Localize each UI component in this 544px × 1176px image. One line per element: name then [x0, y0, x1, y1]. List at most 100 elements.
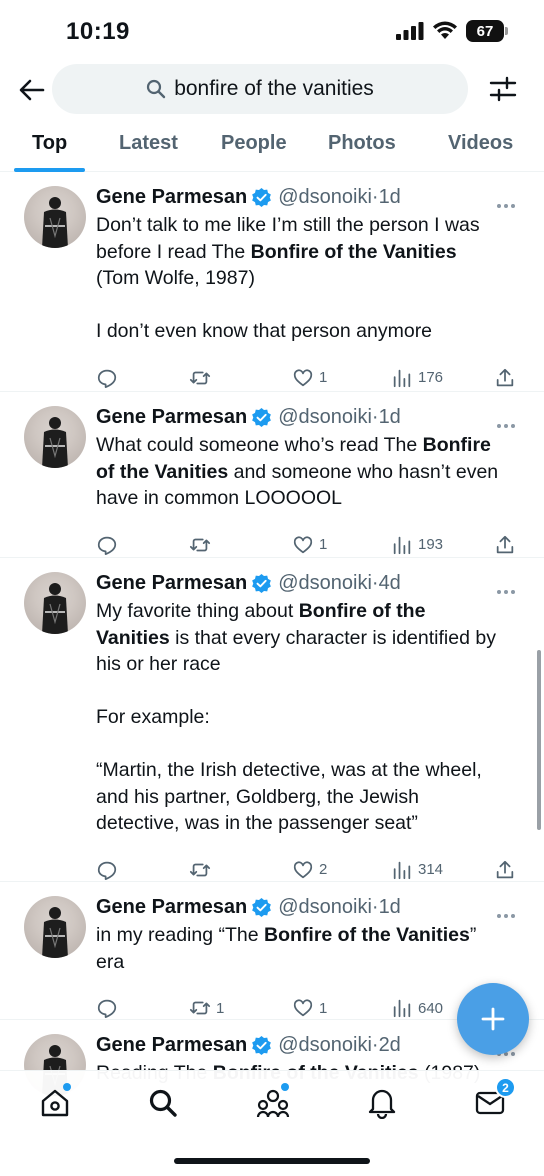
views-chart-icon	[393, 861, 411, 879]
author-handle[interactable]: @dsonoiki	[278, 186, 372, 209]
like-button[interactable]: 1	[292, 997, 327, 1019]
separator-dot: ·	[371, 406, 379, 428]
back-button[interactable]	[16, 74, 48, 106]
scrollbar[interactable]	[537, 650, 541, 830]
tweet-age: 1d	[378, 896, 401, 918]
reply-button[interactable]	[96, 367, 118, 389]
search-header: bonfire of the vanities	[0, 62, 544, 118]
more-dots-icon	[497, 204, 515, 208]
retweet-icon	[189, 1001, 211, 1015]
tweet-text-line: “Martin, the Irish detective, was at the…	[96, 757, 526, 784]
avatar[interactable]	[24, 896, 86, 958]
tab-videos[interactable]: Videos	[448, 132, 513, 155]
highlighted-term: of the Vanities	[96, 460, 229, 483]
share-button[interactable]	[494, 367, 516, 389]
tweet[interactable]: Gene Parmesan @dsonoiki · 1d Don’t talk to m…	[0, 172, 544, 392]
tweet-text-line: My favorite thing about Bonfire of the	[96, 598, 526, 625]
search-input[interactable]: bonfire of the vanities	[52, 64, 468, 114]
author-name[interactable]: Gene Parmesan	[96, 572, 247, 595]
tweet-text-segment: detective, was in the passenger seat”	[96, 812, 418, 834]
avatar-photo	[42, 907, 68, 958]
status-time: 10:19	[66, 18, 130, 45]
author-handle[interactable]: @dsonoiki	[278, 896, 372, 919]
nav-messages[interactable]: 2	[472, 1077, 516, 1121]
nav-notifications[interactable]	[364, 1085, 400, 1121]
tweet-text-segment: and someone who hasn’t even	[228, 460, 499, 483]
more-options-button[interactable]	[496, 906, 516, 918]
compose-button[interactable]	[457, 983, 529, 1055]
search-query: bonfire of the vanities	[174, 77, 374, 100]
highlighted-term: Vanities	[96, 626, 170, 649]
avatar[interactable]	[24, 186, 86, 248]
tab-photos[interactable]: Photos	[328, 132, 396, 155]
views-chart-icon	[393, 369, 411, 387]
author-handle[interactable]: @dsonoiki	[278, 1034, 372, 1057]
avatar[interactable]	[24, 572, 86, 634]
nav-home[interactable]	[37, 1083, 73, 1121]
status-icons: 67	[396, 20, 508, 42]
communities-icon	[256, 1089, 290, 1118]
tweet-text: What could someone who’s read The Bonfir…	[96, 432, 526, 512]
more-dots-icon	[497, 590, 515, 594]
tweet-header: Gene Parmesan @dsonoiki · 1d	[96, 406, 401, 429]
tab-people[interactable]: People	[221, 132, 287, 155]
more-dots-icon	[497, 914, 515, 918]
views-count: 176	[418, 369, 444, 386]
more-options-button[interactable]	[496, 196, 516, 208]
share-icon	[496, 860, 514, 878]
more-options-button[interactable]	[496, 416, 516, 428]
tweet-text-segment: before I read The	[96, 240, 251, 263]
home-icon	[41, 1089, 69, 1117]
tweet-header: Gene Parmesan @dsonoiki · 4d	[96, 572, 401, 595]
tweet-text-line: I don’t even know that person anymore	[96, 318, 526, 345]
reply-button[interactable]	[96, 534, 118, 556]
tweet-text: Don’t talk to me like I’m still the pers…	[96, 212, 526, 345]
tweet-header: Gene Parmesan @dsonoiki · 2d	[96, 1034, 401, 1057]
reply-button[interactable]	[96, 997, 118, 1019]
author-handle[interactable]: @dsonoiki	[278, 406, 372, 429]
like-button[interactable]: 2	[292, 859, 327, 881]
tab-top[interactable]: Top	[32, 132, 67, 155]
verified-badge-icon	[252, 573, 272, 594]
retweet-button[interactable]	[189, 534, 216, 556]
retweet-button[interactable]	[189, 367, 216, 389]
nav-communities[interactable]	[255, 1083, 291, 1121]
like-button[interactable]: 1	[292, 534, 327, 556]
more-options-button[interactable]	[496, 582, 516, 594]
tweet-text-line	[96, 731, 526, 758]
views-button[interactable]: 640	[391, 997, 443, 1019]
status-bar: 10:19 67	[0, 0, 544, 62]
tweet[interactable]: Gene Parmesan @dsonoiki · 1d What could some…	[0, 392, 544, 558]
heart-icon	[293, 369, 313, 386]
share-button[interactable]	[494, 859, 516, 881]
retweet-button[interactable]: 1	[189, 997, 224, 1019]
tweet-text-segment: in my reading “The	[96, 924, 264, 946]
like-count: 2	[319, 861, 328, 878]
search-filter-button[interactable]	[488, 74, 518, 104]
author-name[interactable]: Gene Parmesan	[96, 406, 247, 429]
author-handle[interactable]: @dsonoiki	[278, 572, 372, 595]
heart-icon	[293, 861, 313, 878]
tweet-text-segment: ”	[469, 924, 477, 946]
like-button[interactable]: 1	[292, 367, 327, 389]
tweet-actions: 1 193	[96, 534, 526, 558]
cellular-signal-icon	[396, 22, 424, 40]
tab-latest[interactable]: Latest	[119, 132, 178, 155]
avatar[interactable]	[24, 406, 86, 468]
views-button[interactable]: 314	[391, 859, 443, 881]
author-name[interactable]: Gene Parmesan	[96, 186, 247, 209]
author-name[interactable]: Gene Parmesan	[96, 896, 247, 919]
share-button[interactable]	[494, 534, 516, 556]
bell-icon	[368, 1089, 396, 1119]
tweet-text-line	[96, 292, 526, 319]
back-arrow-icon	[19, 79, 45, 101]
tweet[interactable]: Gene Parmesan @dsonoiki · 4d My favorite thi…	[0, 558, 544, 882]
author-name[interactable]: Gene Parmesan	[96, 1034, 247, 1057]
search-tabs: Top Latest People Photos Videos	[0, 122, 544, 172]
views-button[interactable]: 193	[391, 534, 443, 556]
reply-button[interactable]	[96, 859, 118, 881]
views-button[interactable]: 176	[391, 367, 443, 389]
tweet-text-segment: and his partner, Goldberg, the Jewish	[96, 785, 420, 808]
nav-search[interactable]	[145, 1085, 181, 1121]
retweet-button[interactable]	[189, 859, 216, 881]
